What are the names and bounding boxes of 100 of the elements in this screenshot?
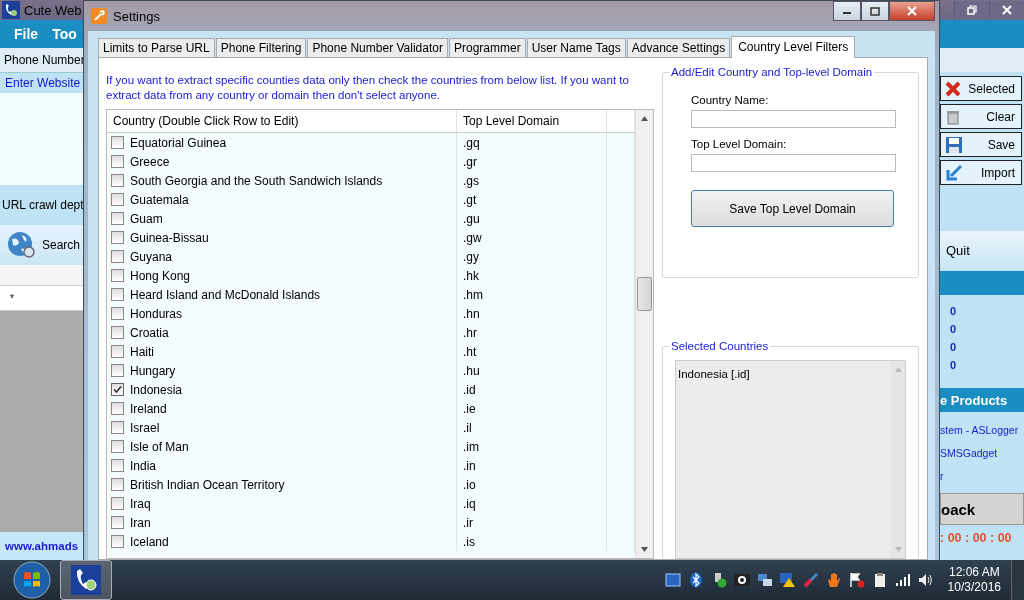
table-cell: .iq [463,496,476,511]
group-title: Selected Countries [670,340,770,352]
scrollbar[interactable] [635,110,653,558]
menu-item[interactable]: Too [52,26,77,42]
restore-button[interactable] [954,1,989,19]
checkbox[interactable] [111,497,124,510]
toolbar-button[interactable]: Clear [940,104,1022,129]
phone-icon [2,1,20,19]
list-item[interactable]: Indonesia [.id] [678,368,750,380]
tab[interactable]: Advance Settings [626,38,731,57]
table-cell: South Georgia and the South Sandwich Islands [130,173,383,188]
website-link[interactable]: www.ahmads [5,540,79,552]
count-value: 0 [950,341,958,355]
close-icon [1002,5,1012,15]
table-cell: .hu [463,363,480,378]
speaker-icon[interactable] [917,572,934,588]
minimize-button[interactable] [833,1,861,21]
input-field[interactable] [691,154,896,172]
start-button[interactable] [12,560,52,600]
checkbox[interactable] [111,383,124,396]
checkbox[interactable] [111,364,124,377]
checkbox[interactable] [111,193,124,206]
table-cell: .gq [463,135,480,150]
table-cell: .hm [463,287,483,302]
taskbar-app-button[interactable] [60,560,112,600]
close-button[interactable] [889,1,935,21]
tab[interactable]: Limits to Parse URL [98,38,215,57]
signal-icon[interactable] [894,572,911,588]
checkbox[interactable] [111,269,124,282]
input-field[interactable] [691,110,896,128]
clock[interactable]: 12:06 AM 10/3/2016 [947,565,1001,595]
product-link[interactable]: stem - ASLogger [940,424,1024,439]
table-cell: Equatorial Guinea [130,135,227,150]
eye-icon[interactable] [733,572,750,588]
close-icon [906,6,918,16]
toolbar-button[interactable]: Save [940,132,1022,157]
caret-up-icon[interactable] [641,116,648,121]
table-cell: .gt [463,192,477,207]
checkbox[interactable] [111,421,124,434]
table-cell: .hn [463,306,480,321]
checkbox[interactable] [111,212,124,225]
checkbox[interactable] [111,440,124,453]
table-cell: Iceland [130,534,169,549]
tab[interactable]: Phone Number [0,48,84,72]
quit-button[interactable]: Quit [940,231,1024,269]
table-cell: .ir [463,515,473,530]
table-cell: Indonesia [130,382,183,397]
save-button[interactable]: Save Top Level Domain [691,190,894,227]
checkbox[interactable] [111,136,124,149]
restore-icon [967,5,977,15]
table-cell: Honduras [130,306,183,321]
show-desktop-button[interactable] [1011,560,1024,600]
hand-icon[interactable] [825,572,842,588]
network-icon[interactable] [756,572,773,588]
count-value: 0 [950,359,958,373]
flag-icon[interactable] [848,572,865,588]
warning-icon[interactable] [779,572,796,588]
checkbox[interactable] [111,478,124,491]
checkbox[interactable] [111,516,124,529]
table-cell: .gr [463,154,477,169]
checkbox[interactable] [111,535,124,548]
checkbox[interactable] [111,307,124,320]
tab[interactable]: Phone Filtering [215,38,307,57]
checkbox[interactable] [111,231,124,244]
maximize-button[interactable] [861,1,889,21]
toolbar-button[interactable]: Selected [940,76,1022,101]
toolbar-button[interactable]: Import [940,160,1022,185]
search-button[interactable]: Search [0,225,84,265]
menu-item[interactable]: File [14,26,39,42]
checkbox[interactable] [111,288,124,301]
checkbox[interactable] [111,326,124,339]
back-button[interactable]: oack [940,493,1024,525]
checkbox[interactable] [111,459,124,472]
time-text: 12:06 AM [948,565,1000,580]
window-icon[interactable] [664,572,681,588]
tab[interactable]: Programmer [448,38,526,57]
bluetooth-icon[interactable] [687,572,704,588]
checkbox[interactable] [111,250,124,263]
checkbox[interactable] [111,345,124,358]
product-link[interactable]: r [940,470,1024,485]
close-button[interactable] [989,1,1024,19]
caret-down-icon[interactable] [641,547,648,552]
field-label: Enter Website [5,76,81,90]
tab[interactable]: User Name Tags [526,38,626,57]
product-link[interactable]: SMSGadget [940,447,1024,462]
scroll-thumb[interactable] [637,277,652,311]
table-cell: .hk [463,268,479,283]
column-header[interactable]: Top Level Domain [457,110,607,132]
trash-icon [945,108,961,125]
column-header[interactable]: Country (Double Click Row to Edit) [107,110,457,132]
table-cell: Hong Kong [130,268,191,283]
window-title: Settings [113,8,160,24]
checkbox[interactable] [111,402,124,415]
tab[interactable]: Country Level Filters [731,36,856,58]
brush-icon[interactable] [802,572,819,588]
tab[interactable]: Phone Number Validator [307,38,448,57]
checkbox[interactable] [111,155,124,168]
table-cell: .gu [463,211,480,226]
checkbox[interactable] [111,174,124,187]
field-label: Top Level Domain: [691,138,788,150]
